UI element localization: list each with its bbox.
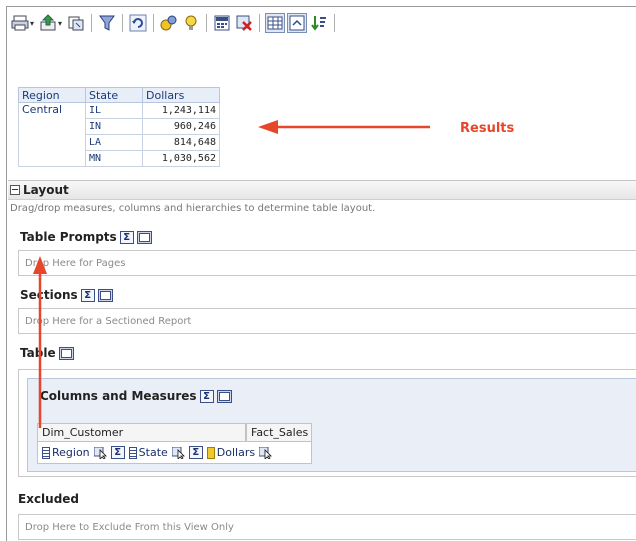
filter-icon[interactable] xyxy=(97,13,117,33)
state-cell: MN xyxy=(85,150,143,167)
dollars-cell: 1,030,562 xyxy=(142,150,220,167)
results-table: Region State Dollars Central IL 1,243,11… xyxy=(18,87,220,167)
table-section-title: Table xyxy=(20,346,74,360)
column-label: Region xyxy=(52,446,90,459)
column-icon xyxy=(128,446,137,459)
format-table-icon[interactable] xyxy=(136,230,152,244)
column-region[interactable]: Region Σ xyxy=(42,446,125,459)
toolbar-separator xyxy=(334,14,336,32)
results-annotation-label: Results xyxy=(460,121,515,136)
columns-row: Region Σ State Σ Dollars xyxy=(37,442,312,464)
column-properties-icon[interactable] xyxy=(259,446,273,459)
format-table-icon[interactable] xyxy=(58,346,74,360)
excluded-title: Excluded xyxy=(18,492,80,506)
state-cell: IL xyxy=(85,102,143,119)
sigma-icon[interactable]: Σ xyxy=(119,230,134,244)
columns-measures-title: Columns and Measures Σ xyxy=(40,389,232,403)
format-table-icon[interactable] xyxy=(216,389,232,403)
remove-icon[interactable] xyxy=(234,13,254,33)
columns-measures-area[interactable]: Columns and Measures Σ Dim_Customer Fact… xyxy=(27,378,636,472)
dollars-cell: 960,246 xyxy=(142,118,220,135)
sigma-icon[interactable]: Σ xyxy=(80,288,95,302)
calc-icon[interactable] xyxy=(212,13,232,33)
layout-title: Layout xyxy=(23,183,69,197)
format-table-icon[interactable] xyxy=(97,288,113,302)
column-properties-icon[interactable] xyxy=(171,446,186,459)
dollars-cell: 814,648 xyxy=(142,134,220,151)
table-label: Table xyxy=(20,346,56,360)
export-dropdown-icon[interactable]: ▾ xyxy=(58,19,62,28)
columns-measures-label: Columns and Measures xyxy=(40,389,197,403)
print-dropdown-icon[interactable]: ▾ xyxy=(30,19,34,28)
column-properties-icon[interactable] xyxy=(93,446,108,459)
copy-icon[interactable] xyxy=(66,13,86,33)
header-region[interactable]: Region xyxy=(18,87,86,103)
column-dollars[interactable]: Dollars xyxy=(206,446,273,459)
help-icon[interactable] xyxy=(181,13,201,33)
measure-icon xyxy=(206,446,215,459)
toolbar-separator xyxy=(153,14,155,32)
column-label: State xyxy=(138,446,168,459)
group-icon[interactable] xyxy=(159,13,179,33)
sigma-icon[interactable]: Σ xyxy=(110,446,125,459)
sigma-icon[interactable]: Σ xyxy=(188,446,203,459)
toolbar-separator xyxy=(259,14,261,32)
header-state[interactable]: State xyxy=(85,87,143,103)
results-header-row: Region State Dollars xyxy=(18,87,220,103)
region-cell: Central xyxy=(18,102,86,167)
toolbar-separator xyxy=(122,14,124,32)
table-drop-area: Columns and Measures Σ Dim_Customer Fact… xyxy=(18,369,636,477)
layout-description: Drag/drop measures, columns and hierarch… xyxy=(10,203,376,214)
dollars-cell: 1,243,114 xyxy=(142,102,220,119)
state-cell: IN xyxy=(85,118,143,135)
print-icon[interactable] xyxy=(10,13,30,33)
column-icon xyxy=(42,446,50,459)
format-icon[interactable] xyxy=(287,13,308,33)
state-cell: LA xyxy=(85,134,143,151)
export-icon[interactable] xyxy=(38,13,58,33)
refresh-icon[interactable] xyxy=(128,13,148,33)
column-state[interactable]: State Σ xyxy=(128,446,203,459)
table-row: Central IL 1,243,114 xyxy=(18,102,220,167)
column-label: Dollars xyxy=(216,446,256,459)
table-view-icon[interactable] xyxy=(265,13,286,33)
table-prompts-label: Table Prompts xyxy=(20,230,117,244)
toolbar: ▾ ▾ xyxy=(10,12,340,34)
dim-customer-header: Dim_Customer xyxy=(37,423,246,442)
table-prompts-title: Table Prompts Σ xyxy=(20,230,152,244)
toolbar-separator xyxy=(91,14,93,32)
header-dollars[interactable]: Dollars xyxy=(142,87,220,103)
sections-drop-zone[interactable]: Drop Here for a Sectioned Report xyxy=(18,308,636,334)
excluded-drop-zone[interactable]: Drop Here to Exclude From this View Only xyxy=(18,514,636,540)
fact-sales-header: Fact_Sales xyxy=(246,423,312,442)
collapse-icon[interactable] xyxy=(10,185,20,195)
sections-title: Sections Σ xyxy=(20,288,113,302)
sort-icon[interactable] xyxy=(309,13,329,33)
pages-drop-zone[interactable]: Drop Here for Pages xyxy=(18,250,636,276)
sections-label: Sections xyxy=(20,288,78,302)
sigma-icon[interactable]: Σ xyxy=(199,389,214,403)
layout-header[interactable]: Layout xyxy=(8,181,636,200)
toolbar-separator xyxy=(206,14,208,32)
